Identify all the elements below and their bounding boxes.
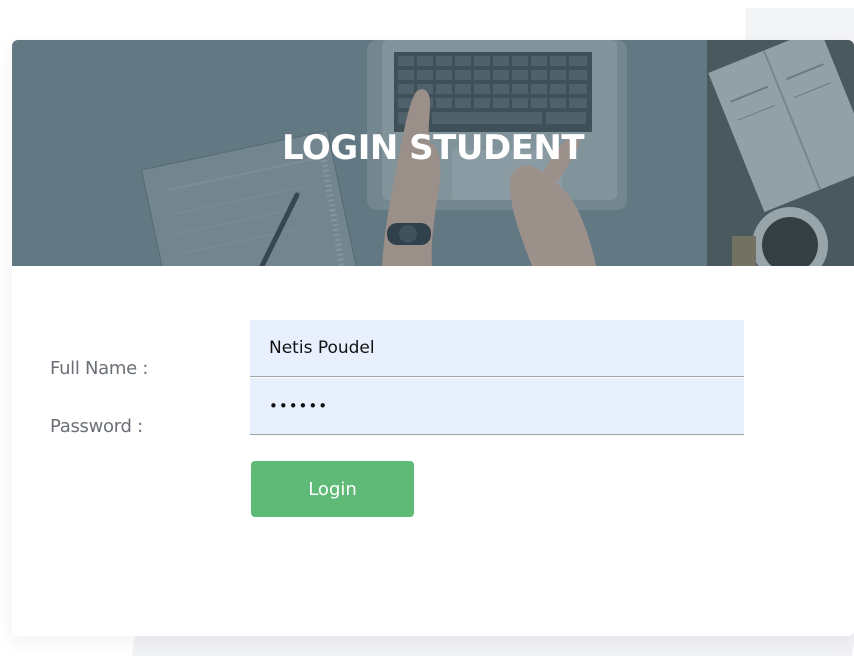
login-page: LOGIN STUDENT Full Name : Password : Log…: [0, 0, 854, 656]
password-label: Password :: [50, 416, 143, 437]
login-button[interactable]: Login: [251, 461, 414, 517]
full-name-input[interactable]: [250, 320, 744, 377]
full-name-label: Full Name :: [50, 358, 149, 379]
banner: LOGIN STUDENT: [12, 40, 854, 266]
login-card: LOGIN STUDENT Full Name : Password : Log…: [12, 40, 854, 636]
password-input[interactable]: [250, 378, 744, 435]
page-title: LOGIN STUDENT: [281, 128, 585, 168]
